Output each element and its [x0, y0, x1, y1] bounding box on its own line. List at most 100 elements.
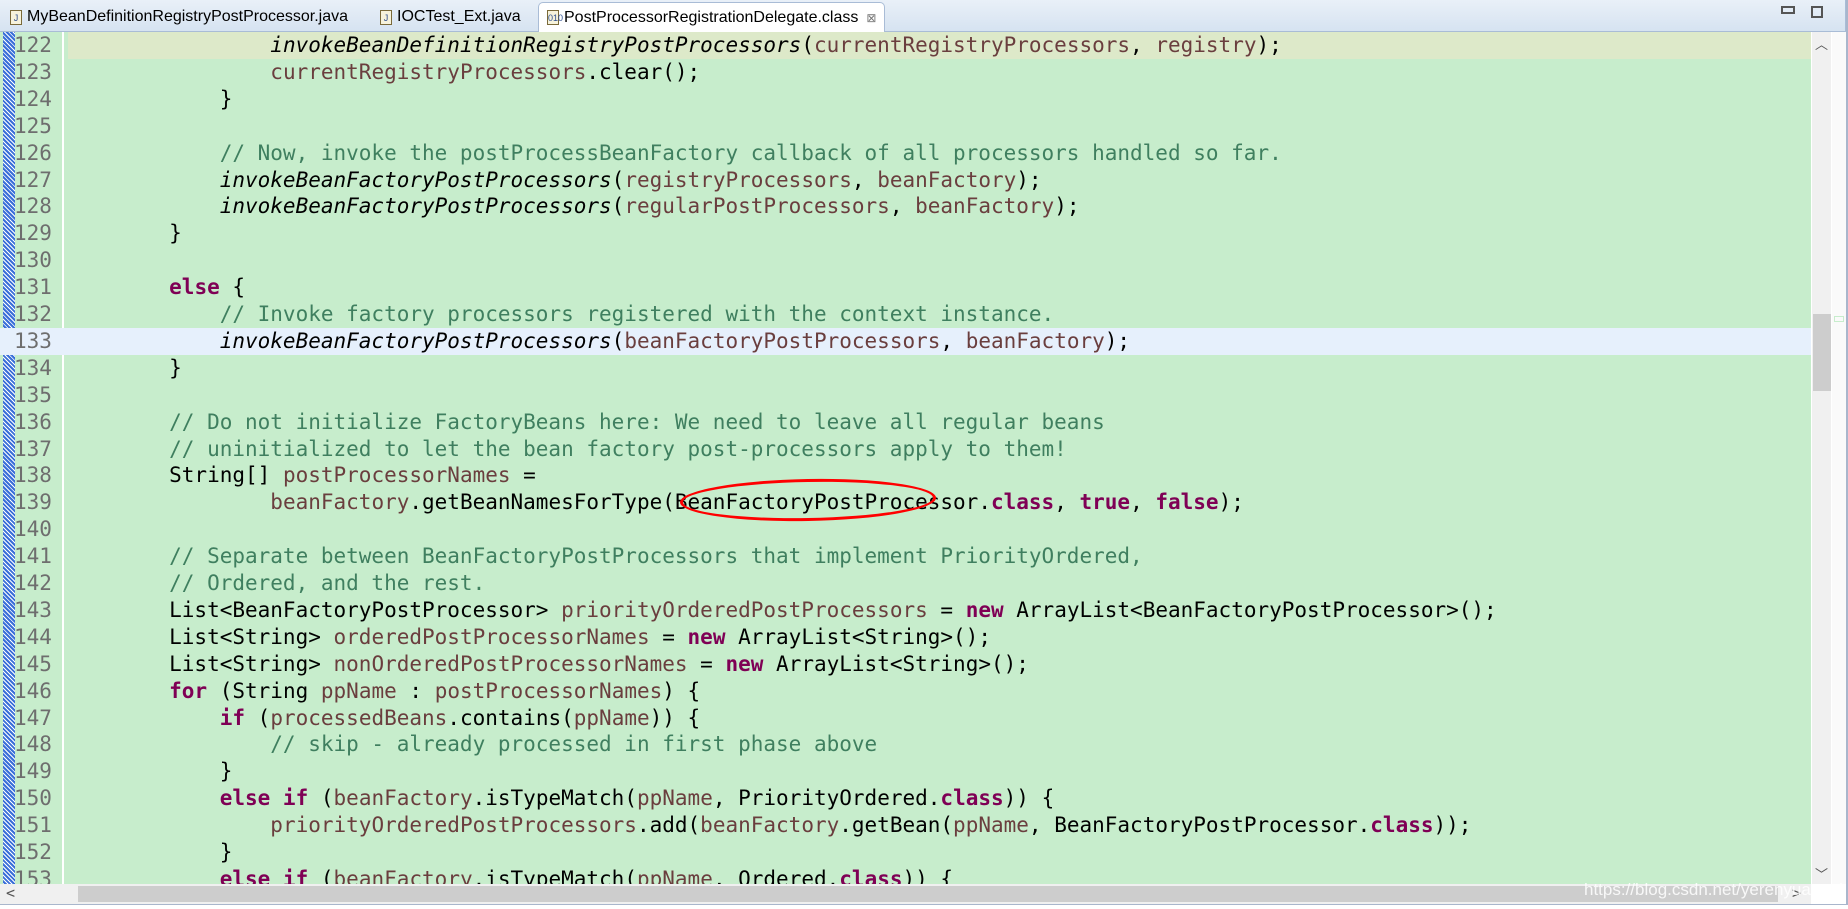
code-line[interactable]: 137 // uninitialized to let the bean fac… — [0, 436, 1811, 463]
scroll-left-icon[interactable]: < — [6, 884, 15, 902]
tab-postprocessorregistrationdelegate[interactable]: 010 PostProcessorRegistrationDelegate.cl… — [538, 2, 886, 32]
code-line[interactable]: 138 String[] postProcessorNames = — [0, 462, 1811, 489]
variable: nonOrderedPostProcessorNames — [333, 651, 688, 676]
line-number: 148 — [14, 732, 52, 757]
code-token: ArrayList<String>(); — [763, 651, 1029, 676]
editor-tab-bar: J MyBeanDefinitionRegistryPostProcessor.… — [0, 0, 1846, 32]
code-token: )); — [1433, 813, 1472, 838]
code-line[interactable]: 142 // Ordered, and the rest. — [0, 570, 1811, 597]
line-number: 130 — [14, 248, 52, 273]
code-line[interactable]: 125 — [0, 113, 1811, 140]
code-token: ); — [1104, 328, 1131, 353]
variable: ppName — [953, 813, 1029, 838]
code-token: ); — [1218, 490, 1244, 515]
code-line[interactable]: 149 } — [0, 758, 1811, 785]
static-method: invokeBeanFactoryPostProcessors — [219, 194, 612, 219]
code-line[interactable]: 126 // Now, invoke the postProcessBeanFa… — [0, 140, 1811, 167]
code-token: , — [851, 167, 878, 192]
code-text: invokeBeanDefinitionRegistryPostProcesso… — [68, 32, 1811, 59]
variable: orderedPostProcessorNames — [333, 624, 650, 649]
keyword: for — [169, 678, 208, 703]
code-token: ( — [611, 328, 625, 353]
java-file-icon: J — [380, 9, 392, 25]
code-token: ); — [1256, 33, 1282, 57]
code-token: = — [510, 463, 536, 488]
code-text: invokeBeanFactoryPostProcessors(registry… — [68, 167, 1811, 194]
code-token: = — [687, 651, 726, 676]
code-line[interactable]: 146 for (String ppName : postProcessorNa… — [0, 678, 1811, 705]
code-line[interactable]: 131 else { — [0, 274, 1811, 301]
code-token: List<BeanFactoryPostProcessor> — [68, 597, 562, 622]
maximize-icon[interactable] — [1811, 6, 1823, 18]
code-line[interactable]: 140 — [0, 516, 1811, 543]
code-line[interactable]: 141 // Separate between BeanFactoryPostP… — [0, 543, 1811, 570]
code-line[interactable]: 145 List<String> nonOrderedPostProcessor… — [0, 651, 1811, 678]
code-line[interactable]: 151 priorityOrderedPostProcessors.add(be… — [0, 812, 1811, 839]
code-line[interactable]: 136 // Do not initialize FactoryBeans he… — [0, 409, 1811, 436]
line-number: 140 — [14, 517, 52, 542]
code-line[interactable]: 128 invokeBeanFactoryPostProcessors(regu… — [0, 193, 1811, 220]
horizontal-scrollbar[interactable]: < > — [0, 884, 1811, 904]
code-line[interactable]: 139 beanFactory.getBeanNamesForType(Bean… — [0, 489, 1811, 516]
code-token: List<String> — [68, 651, 334, 676]
code-text: // Invoke factory processors registered … — [68, 301, 1811, 328]
variable: currentRegistryProcessors — [270, 59, 587, 84]
code-text: } — [68, 839, 1811, 866]
line-number: 153 — [14, 866, 52, 884]
code-token: ); — [1054, 194, 1080, 219]
keyword: else if — [219, 866, 309, 884]
line-number: 134 — [14, 355, 52, 380]
code-line[interactable]: 133 invokeBeanFactoryPostProcessors(bean… — [0, 327, 1811, 355]
code-editor[interactable]: 122 invokeBeanDefinitionRegistryPostProc… — [0, 32, 1811, 884]
code-token: } — [68, 355, 182, 380]
keyword: else — [169, 275, 220, 300]
watermark: https://blog.csdn.net/yerenyuan_pku — [1584, 880, 1848, 899]
code-text: else if (beanFactory.isTypeMatch(ppName,… — [68, 785, 1811, 812]
line-number: 137 — [14, 436, 52, 461]
vertical-scroll-thumb[interactable] — [1813, 314, 1831, 391]
code-line[interactable]: 123 currentRegistryProcessors.clear(); — [0, 59, 1811, 86]
code-line[interactable]: 130 — [0, 247, 1811, 274]
code-line[interactable]: 135 — [0, 382, 1811, 409]
variable: beanFactory — [915, 194, 1055, 219]
code-text: // Now, invoke the postProcessBeanFactor… — [68, 140, 1811, 167]
code-line[interactable]: 148 // skip - already processed in first… — [0, 731, 1811, 758]
code-text: List<String> nonOrderedPostProcessorName… — [68, 651, 1811, 678]
code-token: ( — [245, 705, 271, 730]
variable: ppName — [320, 678, 397, 703]
tab-mybeandefinitionregistrypostprocessor[interactable]: J MyBeanDefinitionRegistryPostProcessor.… — [2, 2, 356, 32]
code-line[interactable]: 132 // Invoke factory processors registe… — [0, 301, 1811, 328]
code-line[interactable]: 129 } — [0, 220, 1811, 247]
scroll-up-icon[interactable]: ︿ — [1815, 34, 1828, 53]
code-line[interactable]: 150 else if (beanFactory.isTypeMatch(ppN… — [0, 785, 1811, 812]
code-line[interactable]: 127 invokeBeanFactoryPostProcessors(regi… — [0, 167, 1811, 194]
minimize-icon[interactable] — [1781, 6, 1795, 14]
code-token: } — [68, 86, 233, 111]
variable: registry — [1155, 33, 1257, 57]
horizontal-scroll-thumb[interactable] — [78, 886, 1778, 902]
code-token: )) { — [1003, 786, 1055, 811]
tab-label: IOCTest_Ext.java — [397, 8, 521, 25]
class-file-icon: 010 — [547, 10, 563, 25]
code-text: List<String> orderedPostProcessorNames =… — [68, 624, 1811, 651]
code-line[interactable]: 144 List<String> orderedPostProcessorNam… — [0, 624, 1811, 651]
keyword: else if — [219, 786, 309, 811]
code-text: beanFactory.getBeanNamesForType(BeanFact… — [68, 489, 1811, 516]
code-line[interactable]: 143 List<BeanFactoryPostProcessor> prior… — [0, 597, 1811, 624]
code-token: ( — [308, 786, 334, 811]
vertical-scrollbar[interactable]: ︿ ﹀ — [1812, 32, 1831, 884]
line-number: 147 — [14, 705, 52, 730]
code-line[interactable]: 152 } — [0, 839, 1811, 866]
comment: // Ordered, and the rest. — [68, 571, 486, 595]
tab-ioctest-ext[interactable]: J IOCTest_Ext.java — [372, 2, 529, 32]
code-line[interactable]: 134 } — [0, 355, 1811, 382]
close-icon[interactable]: ⊠ — [866, 11, 876, 25]
code-line[interactable]: 124 } — [0, 86, 1811, 113]
code-line[interactable]: 153 else if (beanFactory.isTypeMatch(ppN… — [0, 866, 1811, 884]
code-line[interactable]: 122 invokeBeanDefinitionRegistryPostProc… — [0, 32, 1811, 59]
code-line[interactable]: 147 if (processedBeans.contains(ppName))… — [0, 705, 1811, 732]
line-number: 136 — [14, 409, 52, 434]
